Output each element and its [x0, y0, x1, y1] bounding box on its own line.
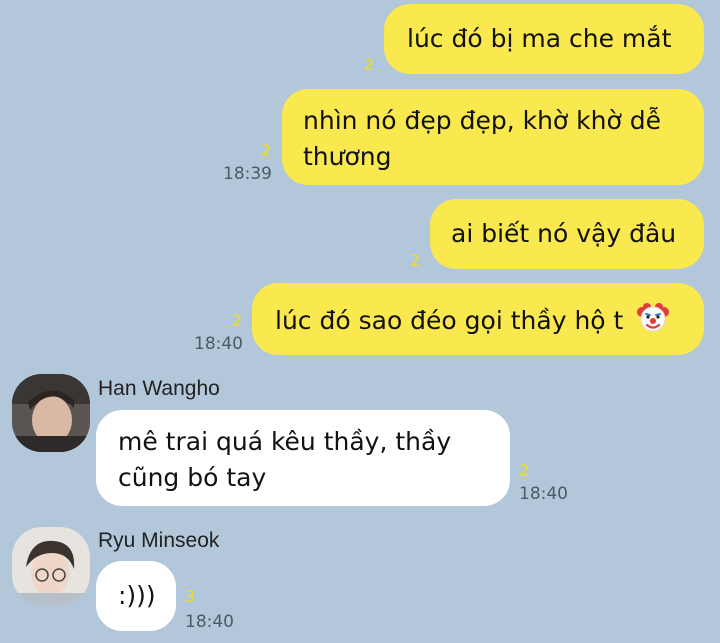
- message-bubble[interactable]: :))): [96, 561, 176, 631]
- unread-count: 2: [519, 461, 530, 480]
- clown-face-icon: [637, 301, 670, 343]
- message-text: lúc đó bị ma che mắt: [407, 24, 672, 53]
- avatar[interactable]: [12, 527, 90, 605]
- message-bubble[interactable]: mê trai quá kêu thầy, thầy cũng bó tay: [96, 410, 510, 506]
- message-text-line: thương: [303, 142, 392, 171]
- message-time: 18:40: [519, 484, 568, 504]
- unread-count: 2: [364, 55, 375, 74]
- message-time: 18:39: [223, 164, 272, 184]
- message-bubble[interactable]: lúc đó sao đéo gọi thầy hộ t: [252, 283, 704, 355]
- unread-count: 2: [261, 141, 272, 160]
- message-text-line: mê trai quá kêu thầy, thầy: [118, 427, 452, 456]
- message-text: ai biết nó vậy đâu: [451, 219, 677, 248]
- chat-view: 2 lúc đó bị ma che mắt 2 18:39 nhìn nó đ…: [0, 0, 720, 643]
- message-bubble[interactable]: nhìn nó đẹp đẹp, khờ khờ dễ thương: [282, 89, 704, 185]
- message-time: 18:40: [185, 612, 234, 632]
- message-time: 18:40: [194, 334, 243, 354]
- message-bubble[interactable]: ai biết nó vậy đâu: [430, 199, 704, 269]
- unread-count: 2: [410, 251, 421, 270]
- message-text-line: nhìn nó đẹp đẹp, khờ khờ dễ: [303, 106, 661, 135]
- sender-name: Han Wangho: [98, 377, 220, 400]
- message-text: lúc đó sao đéo gọi thầy hộ t: [275, 306, 624, 335]
- message-text-line: cũng bó tay: [118, 463, 267, 492]
- unread-count: 2: [232, 311, 243, 330]
- message-text: :))): [118, 581, 156, 610]
- unread-count: 3: [185, 587, 196, 606]
- avatar[interactable]: [12, 374, 90, 452]
- sender-name: Ryu Minseok: [98, 529, 220, 552]
- message-bubble[interactable]: lúc đó bị ma che mắt: [384, 4, 704, 74]
